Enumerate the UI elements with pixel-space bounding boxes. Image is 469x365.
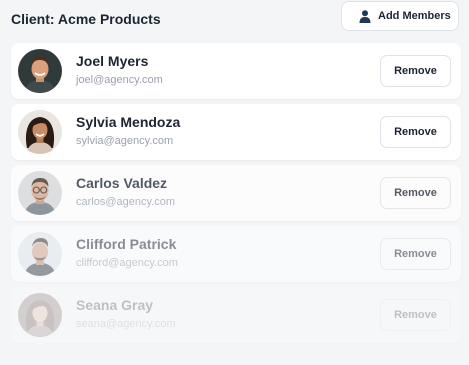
avatar — [18, 232, 62, 276]
remove-button[interactable]: Remove — [380, 55, 451, 87]
member-row: Clifford Patrick clifford@agency.com Rem… — [11, 226, 461, 282]
page-header: Client: Acme Products Add Members — [0, 0, 469, 38]
member-row: Sylvia Mendoza sylvia@agency.com Remove — [11, 104, 461, 160]
avatar — [18, 171, 62, 215]
add-members-button[interactable]: Add Members — [341, 1, 459, 31]
member-name: Sylvia Mendoza — [76, 114, 181, 130]
member-name: Carlos Valdez — [76, 175, 168, 191]
member-email: sylvia@agency.com — [76, 135, 174, 147]
member-name: Clifford Patrick — [76, 236, 177, 252]
avatar — [18, 110, 62, 154]
member-email: joel@agency.com — [76, 74, 163, 86]
member-row: Joel Myers joel@agency.com Remove — [11, 43, 461, 99]
member-row: Carlos Valdez carlos@agency.com Remove — [11, 165, 461, 221]
remove-button[interactable]: Remove — [380, 238, 451, 270]
avatar — [18, 49, 62, 93]
remove-button[interactable]: Remove — [380, 177, 451, 209]
page-title: Client: Acme Products — [11, 11, 161, 27]
member-name: Seana Gray — [76, 297, 154, 313]
member-row: Seana Gray seana@agency.com Remove — [11, 287, 461, 343]
remove-button[interactable]: Remove — [380, 116, 451, 148]
remove-button[interactable]: Remove — [380, 299, 451, 331]
avatar — [18, 293, 62, 337]
member-email: clifford@agency.com — [76, 257, 178, 269]
member-name: Joel Myers — [76, 53, 149, 69]
member-email: carlos@agency.com — [76, 196, 175, 208]
member-email: seana@agency.com — [76, 318, 176, 330]
add-members-label: Add Members — [378, 10, 451, 22]
user-icon — [359, 9, 371, 23]
